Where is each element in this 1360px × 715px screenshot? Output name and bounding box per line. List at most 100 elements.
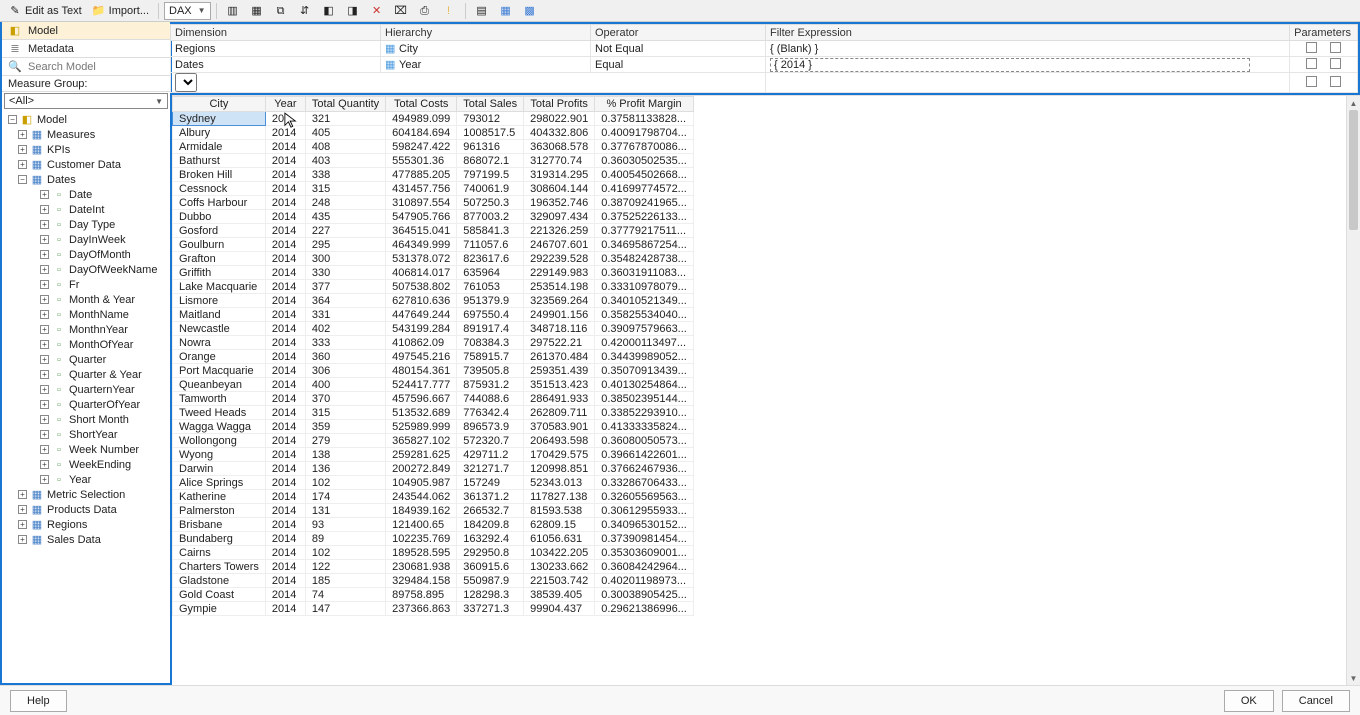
tree-node[interactable]: +▦Regions xyxy=(4,517,168,532)
grid-cell[interactable]: 0.35825534040... xyxy=(595,308,694,322)
grid-cell[interactable]: 0.33286706433... xyxy=(595,476,694,490)
tree-node[interactable]: +▫DayOfWeekName xyxy=(4,262,168,277)
grid-cell[interactable]: 0.37779217511... xyxy=(595,224,694,238)
grid-cell[interactable]: 364 xyxy=(305,294,385,308)
tool-icon-8[interactable]: ⌧ xyxy=(390,1,412,21)
grid-cell[interactable]: 2014 xyxy=(265,224,305,238)
grid-cell[interactable]: 286491.933 xyxy=(524,392,595,406)
grid-cell[interactable]: 507538.802 xyxy=(386,280,457,294)
grid-cell[interactable]: 0.37662467936... xyxy=(595,462,694,476)
filter-operator[interactable]: Equal xyxy=(591,57,766,73)
grid-header[interactable]: Total Costs xyxy=(386,97,457,112)
grid-row[interactable]: Dubbo2014435547905.766877003.2329097.434… xyxy=(173,210,694,224)
tool-icon-13[interactable]: ▩ xyxy=(519,1,541,21)
grid-cell[interactable]: 464349.999 xyxy=(386,238,457,252)
grid-cell[interactable]: 221326.259 xyxy=(524,224,595,238)
grid-row[interactable]: Coffs Harbour2014248310897.554507250.319… xyxy=(173,196,694,210)
grid-cell[interactable]: 104905.987 xyxy=(386,476,457,490)
grid-cell[interactable]: Gympie xyxy=(173,602,266,616)
ok-button[interactable]: OK xyxy=(1224,690,1274,712)
tree-node[interactable]: −▦Dates xyxy=(4,172,168,187)
grid-cell[interactable]: 227 xyxy=(305,224,385,238)
grid-cell[interactable]: 206493.598 xyxy=(524,434,595,448)
grid-cell[interactable]: 0.33852293910... xyxy=(595,406,694,420)
grid-cell[interactable]: Charters Towers xyxy=(173,560,266,574)
filter-hierarchy[interactable]: ▦Year xyxy=(381,57,591,73)
grid-cell[interactable]: 543199.284 xyxy=(386,322,457,336)
grid-cell[interactable]: 405 xyxy=(305,126,385,140)
grid-cell[interactable]: Queanbeyan xyxy=(173,378,266,392)
expand-icon[interactable]: + xyxy=(40,430,49,439)
grid-cell[interactable]: 89758.895 xyxy=(386,588,457,602)
parameter-checkbox[interactable] xyxy=(1330,58,1341,69)
expand-icon[interactable]: + xyxy=(18,145,27,154)
grid-cell[interactable]: 329097.434 xyxy=(524,210,595,224)
grid-cell[interactable]: 348718.116 xyxy=(524,322,595,336)
grid-cell[interactable]: 2014 xyxy=(265,602,305,616)
tree-node[interactable]: +▫Day Type xyxy=(4,217,168,232)
grid-row[interactable]: Bundaberg201489102235.769163292.461056.6… xyxy=(173,532,694,546)
grid-cell[interactable]: 0.39097579663... xyxy=(595,322,694,336)
grid-cell[interactable]: 477885.205 xyxy=(386,168,457,182)
grid-cell[interactable]: Orange xyxy=(173,350,266,364)
grid-cell[interactable]: 243544.062 xyxy=(386,490,457,504)
grid-cell[interactable]: Darwin xyxy=(173,462,266,476)
tree-node[interactable]: +▫Quarter & Year xyxy=(4,367,168,382)
parameter-checkbox[interactable] xyxy=(1306,76,1317,87)
measure-group-select[interactable]: <All> ▼ xyxy=(4,93,168,109)
tree-node[interactable]: +▫Week Number xyxy=(4,442,168,457)
grid-cell[interactable]: 298022.901 xyxy=(524,112,595,126)
col-parameters[interactable]: Parameters xyxy=(1290,25,1358,41)
tree-node[interactable]: +▫WeekEnding xyxy=(4,457,168,472)
grid-cell[interactable]: 797199.5 xyxy=(457,168,524,182)
grid-cell[interactable]: 292239.528 xyxy=(524,252,595,266)
grid-cell[interactable]: 739505.8 xyxy=(457,364,524,378)
tree-node[interactable]: +▫Month & Year xyxy=(4,292,168,307)
grid-cell[interactable]: 2014 xyxy=(265,140,305,154)
grid-cell[interactable]: 457596.667 xyxy=(386,392,457,406)
grid-cell[interactable]: 2014 xyxy=(265,378,305,392)
grid-cell[interactable]: 2014 xyxy=(265,196,305,210)
grid-cell[interactable]: 497545.216 xyxy=(386,350,457,364)
grid-cell[interactable]: 2014 xyxy=(265,336,305,350)
grid-cell[interactable]: 0.40054502668... xyxy=(595,168,694,182)
grid-cell[interactable]: 891917.4 xyxy=(457,322,524,336)
tree-node[interactable]: +▫Date xyxy=(4,187,168,202)
grid-cell[interactable]: 598247.422 xyxy=(386,140,457,154)
expand-icon[interactable]: + xyxy=(18,490,27,499)
grid-cell[interactable]: 360 xyxy=(305,350,385,364)
grid-cell[interactable]: 823617.6 xyxy=(457,252,524,266)
parameter-checkbox[interactable] xyxy=(1306,58,1317,69)
expand-icon[interactable]: + xyxy=(40,415,49,424)
grid-cell[interactable]: 0.36031911083... xyxy=(595,266,694,280)
grid-cell[interactable]: Lismore xyxy=(173,294,266,308)
grid-cell[interactable]: 761053 xyxy=(457,280,524,294)
grid-cell[interactable]: 131 xyxy=(305,504,385,518)
grid-cell[interactable]: 297522.21 xyxy=(524,336,595,350)
grid-cell[interactable]: 261370.484 xyxy=(524,350,595,364)
grid-cell[interactable]: 253514.198 xyxy=(524,280,595,294)
filter-hierarchy[interactable]: ▦City xyxy=(381,41,591,57)
tool-icon-10[interactable]: ! xyxy=(438,1,460,21)
grid-cell[interactable]: 0.41333335824... xyxy=(595,420,694,434)
grid-row[interactable]: Darwin2014136200272.849321271.7120998.85… xyxy=(173,462,694,476)
grid-cell[interactable]: 117827.138 xyxy=(524,490,595,504)
model-tree[interactable]: − ◧ Model +▦Measures+▦KPIs+▦Customer Dat… xyxy=(2,110,170,683)
grid-row[interactable]: Armidale2014408598247.422961316363068.57… xyxy=(173,140,694,154)
grid-cell[interactable]: 184209.8 xyxy=(457,518,524,532)
grid-cell[interactable]: 338 xyxy=(305,168,385,182)
grid-row[interactable]: Gympie2014147237366.863337271.399904.437… xyxy=(173,602,694,616)
grid-cell[interactable]: Griffith xyxy=(173,266,266,280)
grid-row[interactable]: Broken Hill2014338477885.205797199.53193… xyxy=(173,168,694,182)
grid-header[interactable]: Total Profits xyxy=(524,97,595,112)
filter-expression[interactable]: { (Blank) } xyxy=(766,41,1290,57)
tree-node[interactable]: +▫QuarternYear xyxy=(4,382,168,397)
help-button[interactable]: Help xyxy=(10,690,67,712)
grid-cell[interactable]: 121400.65 xyxy=(386,518,457,532)
grid-row[interactable]: Cairns2014102189528.595292950.8103422.20… xyxy=(173,546,694,560)
grid-cell[interactable]: 2014 xyxy=(265,154,305,168)
expand-icon[interactable]: + xyxy=(40,295,49,304)
grid-cell[interactable]: 2014 xyxy=(265,406,305,420)
expand-icon[interactable]: + xyxy=(40,220,49,229)
grid-cell[interactable]: 0.35303609001... xyxy=(595,546,694,560)
